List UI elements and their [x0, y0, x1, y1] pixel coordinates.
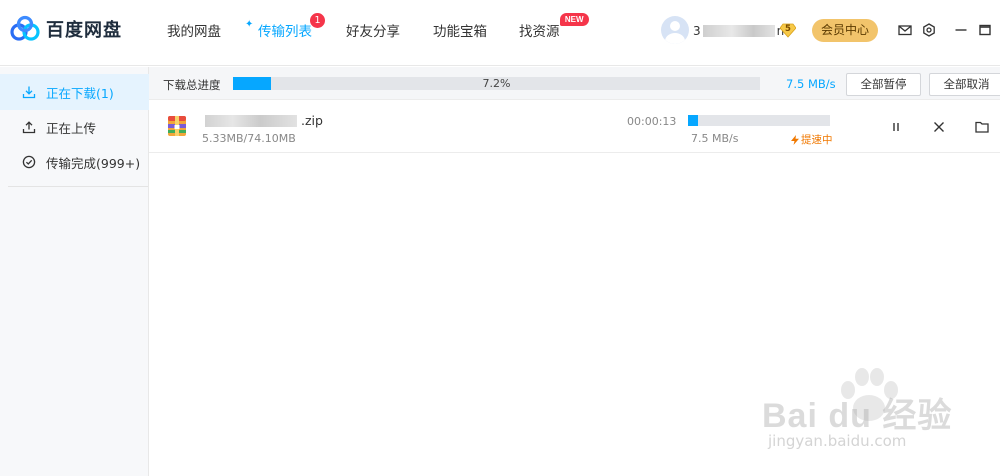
boost-status: 提速中	[791, 132, 833, 147]
folder-icon	[975, 121, 989, 133]
watermark-text: Bai du 经验	[762, 397, 953, 435]
nav-my-disk[interactable]: 我的网盘	[167, 20, 221, 40]
nav-label: 找资源	[519, 24, 560, 40]
sidebar-item-label: 传输完成(999+)	[46, 155, 141, 171]
file-name[interactable]: .zip	[205, 113, 323, 128]
cancel-all-button[interactable]: 全部取消	[929, 73, 1000, 96]
file-size-progress: 5.33MB/74.10MB	[202, 132, 296, 145]
task-speed: 7.5 MB/s	[691, 132, 739, 145]
settings-button[interactable]	[922, 23, 936, 37]
baidu-jingyan-watermark: Bai du 经验 jingyan.baidu.com	[760, 366, 990, 466]
minimize-button[interactable]	[954, 23, 968, 37]
close-icon	[934, 122, 944, 132]
sidebar-item-downloading[interactable]: 正在下载(1)	[0, 74, 149, 110]
nav-find-resources[interactable]: 找资源 NEW	[519, 13, 589, 40]
nav-label: 传输列表	[258, 24, 312, 40]
nav-label: 功能宝箱	[433, 24, 487, 40]
table-row[interactable]: .zip 5.33MB/74.10MB 00:00:13 7.5 MB/s 提速…	[149, 101, 1000, 153]
sidebar-item-label: 正在上传	[46, 120, 97, 136]
lightning-icon	[791, 134, 799, 145]
boost-label: 提速中	[801, 134, 833, 146]
sidebar-item-uploading[interactable]: 正在上传	[0, 109, 149, 145]
maximize-button[interactable]	[978, 23, 992, 37]
baidu-netdisk-logo-icon	[10, 15, 40, 41]
nav-transfer-list[interactable]: ✦ 传输列表 1	[245, 13, 325, 40]
task-progress-fill	[688, 115, 699, 126]
time-remaining: 00:00:13	[627, 115, 677, 128]
sidebar-divider	[8, 186, 148, 187]
sidebar-item-completed[interactable]: 传输完成(999+)	[0, 144, 149, 180]
username-prefix: 3	[693, 24, 701, 38]
member-center-button[interactable]: 会员中心	[812, 19, 878, 42]
user-avatar[interactable]	[661, 16, 689, 44]
new-badge: NEW	[559, 13, 589, 26]
zip-file-icon	[167, 115, 187, 137]
app-logo[interactable]: 百度网盘	[10, 14, 122, 44]
vip-level-number: 5	[785, 24, 791, 34]
nav-label: 好友分享	[346, 24, 400, 40]
download-summary-bar: 下载总进度 7.2% 7.5 MB/s 全部暂停 全部取消	[149, 67, 1000, 100]
gear-icon	[923, 23, 935, 37]
total-speed: 7.5 MB/s	[786, 77, 836, 91]
notification-badge: 1	[310, 13, 325, 28]
vip-level-badge[interactable]: 5	[779, 22, 797, 38]
sparkle-icon: ✦	[245, 19, 254, 30]
download-icon	[22, 86, 36, 99]
open-folder-button[interactable]	[975, 120, 989, 134]
username[interactable]: 3 n	[693, 24, 784, 38]
sidebar: 正在下载(1) 正在上传 传输完成(999+)	[0, 67, 149, 476]
username-masked	[702, 25, 775, 37]
pause-icon	[893, 123, 899, 131]
upload-icon	[22, 121, 36, 134]
pause-all-button[interactable]: 全部暂停	[846, 73, 921, 96]
task-progress-bar	[688, 115, 830, 126]
maximize-icon	[979, 24, 991, 36]
minimize-icon	[955, 29, 967, 31]
app-name: 百度网盘	[46, 20, 122, 41]
file-name-masked	[205, 114, 297, 127]
watermark-url: jingyan.baidu.com	[768, 432, 907, 450]
file-extension: .zip	[301, 113, 323, 128]
nav-toolbox[interactable]: 功能宝箱	[433, 20, 487, 40]
check-circle-icon	[22, 155, 36, 169]
total-progress-percent: 7.2%	[482, 77, 511, 90]
cancel-task-button[interactable]	[932, 120, 946, 134]
total-progress-bar: 7.2%	[233, 77, 760, 90]
sidebar-item-label: 正在下载(1)	[46, 85, 114, 101]
title-bar: 百度网盘 我的网盘 ✦ 传输列表 1 好友分享 功能宝箱 找资源 NEW 3 n…	[0, 0, 1000, 66]
pause-task-button[interactable]	[889, 120, 903, 134]
mail-icon	[898, 25, 912, 36]
total-progress-label: 下载总进度	[163, 78, 221, 92]
nav-friend-share[interactable]: 好友分享	[346, 20, 400, 40]
nav-label: 我的网盘	[167, 24, 221, 40]
mail-button[interactable]	[898, 23, 912, 37]
